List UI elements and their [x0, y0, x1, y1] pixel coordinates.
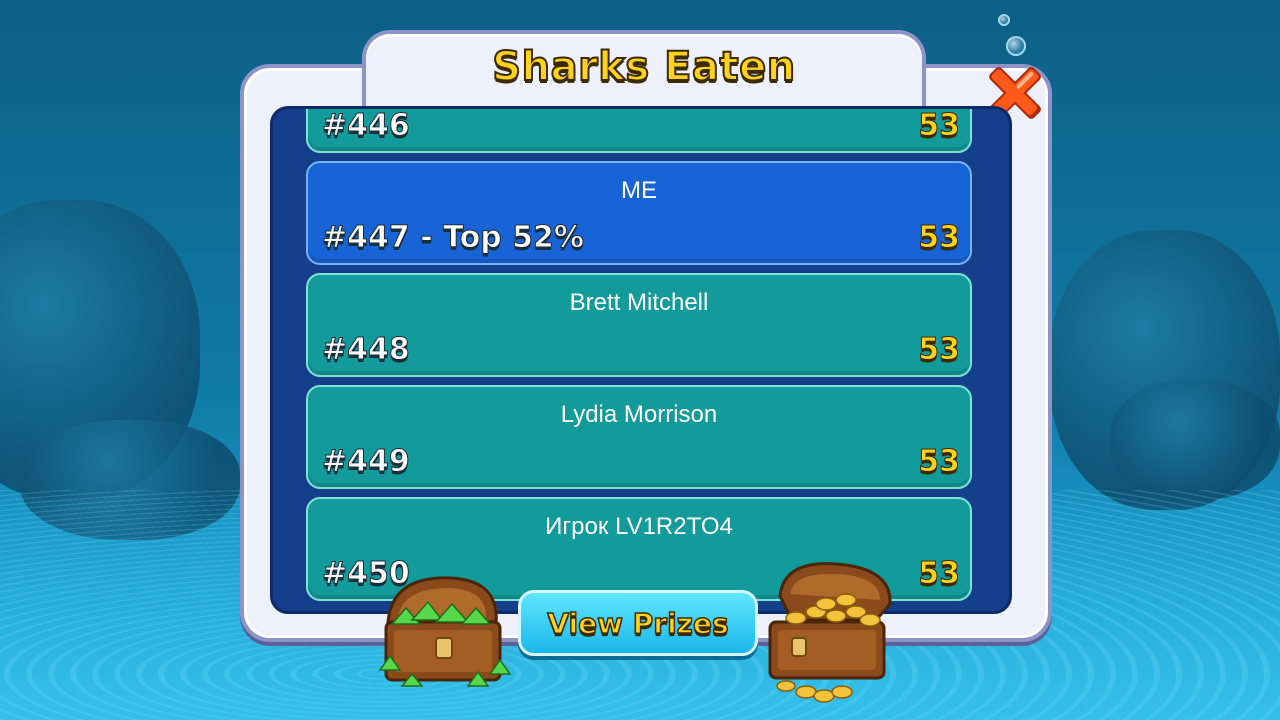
bubble-icon [1006, 36, 1026, 56]
player-name: ME [621, 177, 657, 204]
right-rock-lower [1110, 380, 1280, 500]
player-rank: #449 [322, 444, 411, 480]
player-name: Lydia Morrison [560, 401, 718, 428]
player-name: Игрок LV1R2TO4 [545, 513, 733, 540]
view-prizes-button[interactable]: View Prizes [518, 590, 758, 656]
leaderboard-row: Lydia Morrison #449 53 [306, 385, 972, 489]
gold-coin-treasure-chest-icon [766, 560, 900, 704]
player-score: 53 [918, 444, 961, 480]
leaderboard-row-me: ME #447 - Top 52% 53 [306, 161, 972, 265]
player-score: 53 [918, 108, 961, 144]
leaderboard-row: #446 53 [306, 108, 972, 153]
player-score: 53 [918, 220, 961, 256]
player-rank: #447 - Top 52% [322, 220, 585, 256]
player-score: 53 [918, 556, 961, 592]
player-score: 53 [918, 332, 961, 368]
view-prizes-label: View Prizes [547, 606, 730, 641]
panel-title: Sharks Eaten [491, 43, 796, 91]
player-name: Brett Mitchell [569, 289, 709, 316]
player-rank: #446 [322, 108, 411, 144]
leaderboard-list[interactable]: #446 53 ME #447 - Top 52% 53 Brett Mitch… [270, 106, 1012, 614]
player-rank: #448 [322, 332, 411, 368]
gem-treasure-chest-icon [372, 570, 522, 692]
leaderboard-row: Brett Mitchell #448 53 [306, 273, 972, 377]
bubble-icon [998, 14, 1010, 26]
